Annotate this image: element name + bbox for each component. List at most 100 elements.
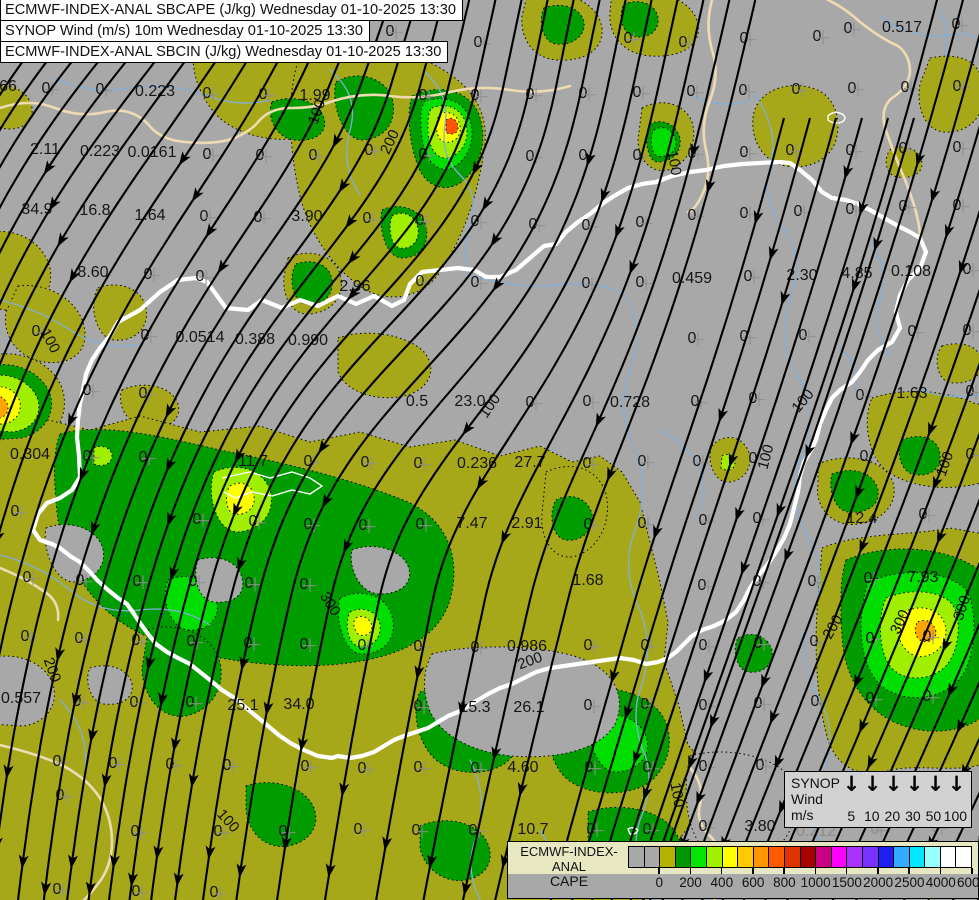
cape-legend-tick-labels: 0200400600800100015002000250040006000 — [628, 875, 972, 891]
wind-streamline — [422, 0, 706, 900]
cape-tick-mark — [940, 868, 942, 874]
cape-swatch — [644, 846, 661, 868]
wind-streamline — [88, 0, 446, 900]
wind-streamline — [785, 0, 979, 900]
wind-speed-value: 5 — [841, 808, 862, 824]
cape-swatch — [924, 846, 941, 868]
cape-swatch — [831, 846, 848, 868]
cape-legend-title: ECMWF-INDEX-ANAL CAPE J/kg — [510, 844, 628, 900]
wind-speed-value: 50 — [923, 808, 944, 824]
cape-swatch — [690, 846, 707, 868]
wind-streamline — [150, 0, 524, 900]
cape-tick-mark — [877, 868, 879, 874]
cape-legend-line2: CAPE — [510, 874, 628, 889]
streamline-arrowhead-icon — [192, 187, 204, 202]
wind-arrow-icon: ↓ — [862, 773, 883, 795]
streamline-arrowhead-icon — [57, 232, 69, 247]
cape-swatch — [878, 846, 895, 868]
cape-tick-mark — [783, 868, 785, 874]
wind-legend-line1: SYNOP — [791, 775, 841, 791]
wind-streamlines — [0, 0, 979, 900]
cape-tick-label: 0 — [656, 875, 664, 890]
streamline-arrowhead-icon — [322, 493, 333, 508]
wind-speed-value: 100 — [944, 808, 967, 824]
streamline-arrowhead-icon — [206, 223, 218, 238]
wind-streamline — [0, 0, 290, 717]
wind-streamline — [830, 0, 979, 900]
cape-tick-mark — [846, 868, 848, 874]
cape-tick-mark — [658, 868, 660, 874]
cape-color-legend: ECMWF-INDEX-ANAL CAPE J/kg 0 200 400 600 800… — [507, 841, 979, 899]
cape-tick-mark — [721, 868, 723, 874]
wind-arrow-icons: ↓↓↓↓↓↓ — [841, 773, 967, 795]
cape-color-swatches — [628, 846, 972, 868]
cape-swatch — [628, 846, 645, 868]
wind-legend-line2: Wind — [791, 791, 841, 807]
streamline-arrowhead-icon — [482, 196, 493, 211]
wind-streamline — [0, 0, 316, 900]
cape-swatch — [722, 846, 739, 868]
wind-streamline — [66, 0, 420, 900]
streamline-arrowhead-icon — [44, 160, 56, 175]
wind-streamline — [853, 0, 979, 900]
wind-speed-legend: SYNOP Wind m/s ↓↓↓↓↓↓ 510203050100 — [784, 771, 972, 828]
cape-swatch — [815, 846, 832, 868]
streamline-arrowhead-icon — [0, 836, 3, 851]
cape-tick-label: 2500 — [894, 875, 924, 890]
streamline-arrowhead-icon — [492, 277, 504, 291]
wind-arrow-icon: ↓ — [946, 773, 967, 795]
streamline-arrowhead-icon — [0, 530, 5, 545]
cape-tick-mark — [908, 868, 910, 874]
streamline-arrowhead-icon — [49, 196, 61, 211]
wind-streamline — [901, 0, 979, 900]
wind-streamline — [680, 0, 979, 900]
title-line-synop-wind: SYNOP Wind (m/s) 10m Wednesday 01-10-202… — [0, 20, 370, 42]
cape-swatch — [675, 846, 692, 868]
wind-speed-value: 20 — [882, 808, 903, 824]
cape-tick-label: 800 — [773, 875, 796, 890]
cape-legend-ticks — [628, 868, 972, 874]
title-line-sbcin: ECMWF-INDEX-ANAL SBCIN (J/kg) Wednesday … — [0, 41, 448, 63]
cape-tick-label: 200 — [679, 875, 702, 890]
weather-map-screen: 66000.223001.9900000000.5170000000000002… — [0, 0, 979, 900]
streamline-arrowhead-icon — [179, 151, 191, 165]
cape-swatch — [846, 846, 863, 868]
streamline-arrowhead-icon — [462, 421, 475, 435]
cape-tick-mark — [690, 868, 692, 874]
wind-streamline — [950, 0, 979, 900]
wind-streamline — [700, 0, 979, 900]
streamline-arrowhead-icon — [69, 268, 80, 283]
cape-legend-line1: ECMWF-INDEX-ANAL — [510, 844, 628, 874]
cape-swatch — [659, 846, 676, 868]
cape-tick-mark — [971, 868, 973, 874]
wind-arrow-icon: ↓ — [841, 773, 862, 795]
wind-streamline — [494, 0, 758, 900]
cape-tick-label: 600 — [742, 875, 765, 890]
cape-swatch — [800, 846, 817, 868]
wind-arrow-icon: ↓ — [883, 773, 904, 795]
streamline-arrowhead-icon — [339, 178, 351, 193]
cape-swatch — [940, 846, 957, 868]
wind-legend-title: SYNOP Wind m/s — [785, 772, 841, 827]
wind-speed-value: 30 — [903, 808, 924, 824]
cape-swatch — [893, 846, 910, 868]
cape-swatch — [753, 846, 770, 868]
map-title-block: ECMWF-INDEX-ANAL SBCAPE (J/kg) Wednesday… — [0, 0, 463, 63]
wind-streamline — [551, 118, 784, 900]
cape-swatch — [737, 846, 754, 868]
cape-swatch — [784, 846, 801, 868]
wind-streamline — [174, 0, 550, 900]
cape-tick-mark — [815, 868, 817, 874]
streamline-arrowhead-icon — [491, 232, 503, 246]
cape-swatch — [909, 846, 926, 868]
cape-tick-label: 4000 — [926, 875, 956, 890]
cape-swatch — [768, 846, 785, 868]
wind-legend-columns: ↓↓↓↓↓↓ 510203050100 — [841, 772, 971, 827]
streamline-arrowhead-icon — [477, 475, 489, 490]
cape-swatch — [955, 846, 972, 868]
cape-tick-label: 1000 — [801, 875, 831, 890]
title-line-sbcape: ECMWF-INDEX-ANAL SBCAPE (J/kg) Wednesday… — [0, 0, 463, 21]
cape-tick-label: 2000 — [863, 875, 893, 890]
cape-tick-label: 6000 — [957, 875, 979, 890]
cape-tick-label: 400 — [711, 875, 734, 890]
